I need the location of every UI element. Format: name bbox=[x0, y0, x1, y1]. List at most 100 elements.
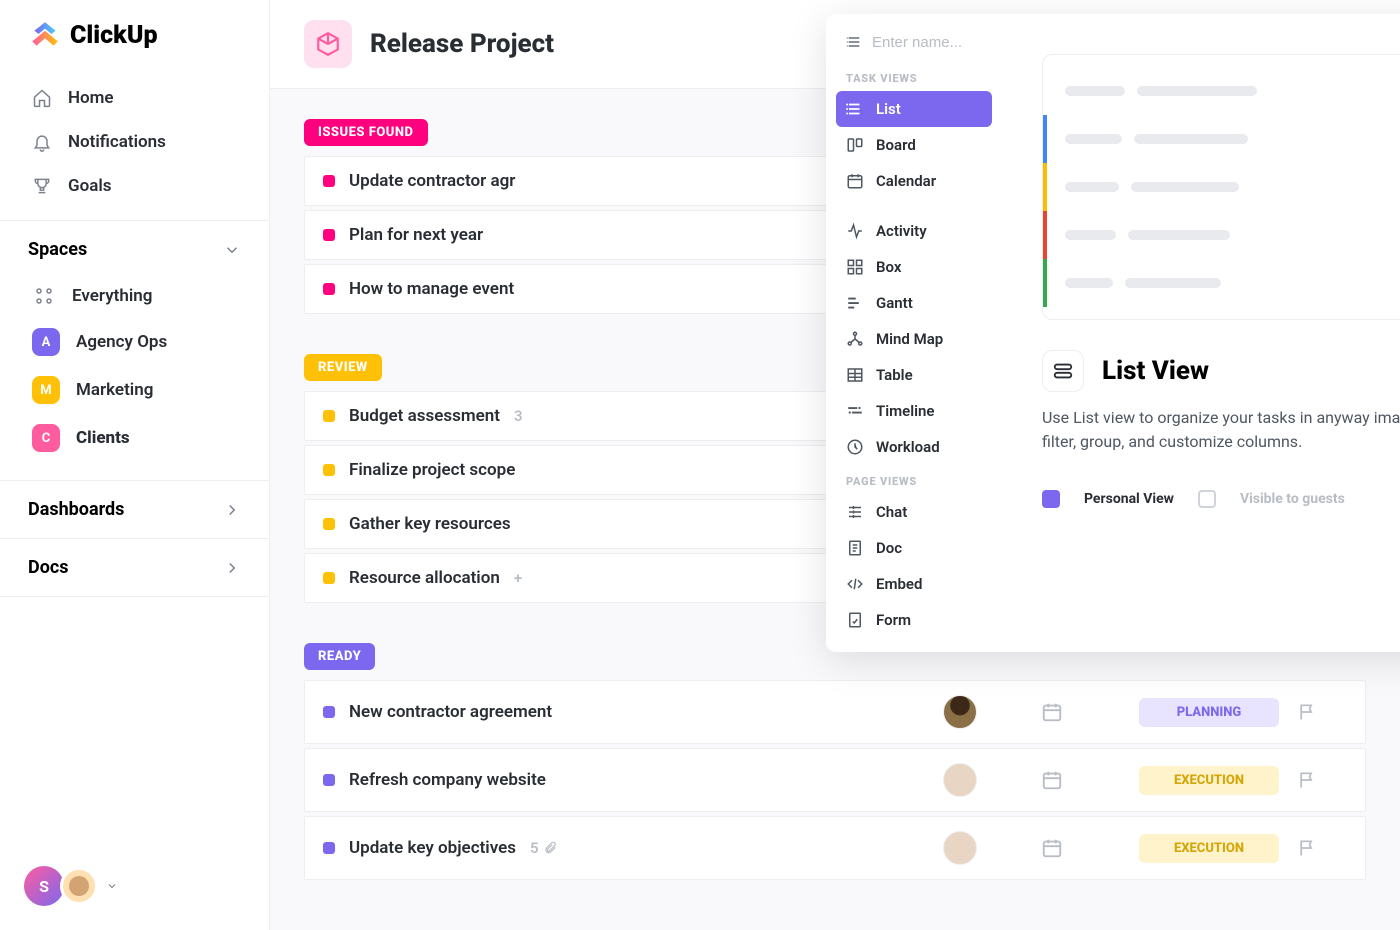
spaces-header[interactable]: Spaces bbox=[0, 220, 269, 274]
preview-illustration bbox=[1042, 54, 1400, 320]
task-extra: 5 bbox=[530, 839, 557, 857]
page-title: Release Project bbox=[370, 29, 554, 59]
flag-icon[interactable] bbox=[1297, 702, 1317, 722]
view-label: Gantt bbox=[876, 294, 913, 312]
nav-label: Goals bbox=[68, 176, 112, 196]
everything-icon bbox=[32, 284, 56, 308]
chat-icon bbox=[846, 503, 864, 521]
view-option-mind map[interactable]: Mind Map bbox=[836, 321, 992, 357]
task-title: Plan for next year bbox=[349, 225, 483, 245]
sidebar-item-docs[interactable]: Docs bbox=[0, 539, 269, 597]
view-option-workload[interactable]: Workload bbox=[836, 429, 992, 465]
task-title: Finalize project scope bbox=[349, 460, 515, 480]
calendar-icon[interactable] bbox=[1041, 837, 1063, 859]
view-option-activity[interactable]: Activity bbox=[836, 213, 992, 249]
view-option-chat[interactable]: Chat bbox=[836, 494, 992, 530]
sidebar-item-notifications[interactable]: Notifications bbox=[20, 120, 249, 164]
task-row[interactable]: Refresh company website EXECUTION bbox=[304, 748, 1366, 812]
view-option-timeline[interactable]: Timeline bbox=[836, 393, 992, 429]
flag-icon[interactable] bbox=[1297, 838, 1317, 858]
view-picker-popover: TASK VIEWS List Board Calendar Activity … bbox=[826, 14, 1400, 652]
group-label: READY bbox=[304, 643, 375, 670]
status-square-icon bbox=[323, 464, 335, 476]
visible-guests-label: Visible to guests bbox=[1240, 491, 1345, 507]
view-option-list[interactable]: List bbox=[836, 91, 992, 127]
view-label: List bbox=[876, 100, 901, 118]
nav-label: Home bbox=[68, 88, 114, 108]
calendar-icon[interactable] bbox=[1041, 769, 1063, 791]
status-square-icon bbox=[323, 410, 335, 422]
assignee-avatar[interactable] bbox=[943, 831, 977, 865]
preview-row bbox=[1043, 163, 1400, 211]
view-option-form[interactable]: Form bbox=[836, 602, 992, 638]
task-title: Refresh company website bbox=[349, 770, 546, 790]
doc-icon bbox=[846, 539, 864, 557]
status-square-icon bbox=[323, 283, 335, 295]
assignee-avatar[interactable] bbox=[943, 763, 977, 797]
list-icon bbox=[846, 32, 862, 52]
view-option-doc[interactable]: Doc bbox=[836, 530, 992, 566]
list-view-icon bbox=[1042, 350, 1084, 392]
task-row[interactable]: New contractor agreement PLANNING bbox=[304, 680, 1366, 744]
flag-icon[interactable] bbox=[1297, 770, 1317, 790]
status-badge[interactable]: PLANNING bbox=[1139, 698, 1279, 727]
status-badge[interactable]: EXECUTION bbox=[1139, 766, 1279, 795]
group-label: REVIEW bbox=[304, 354, 382, 381]
activity-icon bbox=[846, 222, 864, 240]
visible-guests-checkbox[interactable] bbox=[1198, 490, 1216, 508]
status-square-icon bbox=[323, 518, 335, 530]
view-label: Doc bbox=[876, 539, 902, 557]
status-badge[interactable]: EXECUTION bbox=[1139, 834, 1279, 863]
view-option-calendar[interactable]: Calendar bbox=[836, 163, 992, 199]
preview-title: List View bbox=[1102, 356, 1209, 386]
personal-view-checkbox[interactable] bbox=[1042, 490, 1060, 508]
avatar: S bbox=[24, 866, 64, 906]
personal-view-label: Personal View bbox=[1084, 491, 1174, 507]
preview-row bbox=[1043, 115, 1400, 163]
main-content: Release Project ISSUES FOUND Update cont… bbox=[270, 0, 1400, 930]
calendar-icon[interactable] bbox=[1041, 701, 1063, 723]
view-option-table[interactable]: Table bbox=[836, 357, 992, 393]
task-row[interactable]: Update key objectives 5 EXECUTION bbox=[304, 816, 1366, 880]
brand-name: ClickUp bbox=[70, 21, 158, 50]
cube-icon bbox=[315, 31, 341, 57]
group-label: ISSUES FOUND bbox=[304, 119, 428, 146]
view-name-input[interactable] bbox=[872, 34, 982, 51]
sidebar-space-agency ops[interactable]: A Agency Ops bbox=[20, 318, 249, 366]
sidebar-space-clients[interactable]: C Clients bbox=[20, 414, 249, 462]
brand-logo[interactable]: ClickUp bbox=[0, 0, 269, 76]
view-option-box[interactable]: Box bbox=[836, 249, 992, 285]
timeline-icon bbox=[846, 402, 864, 420]
spaces-label: Spaces bbox=[28, 239, 87, 260]
sidebar-item-everything[interactable]: Everything bbox=[20, 274, 249, 318]
sidebar-item-goals[interactable]: Goals bbox=[20, 164, 249, 208]
user-menu[interactable]: S bbox=[0, 842, 269, 930]
gantt-icon bbox=[846, 294, 864, 312]
clickup-logo-icon bbox=[28, 18, 62, 52]
view-option-gantt[interactable]: Gantt bbox=[836, 285, 992, 321]
workload-icon bbox=[846, 438, 864, 456]
view-label: Box bbox=[876, 258, 901, 276]
board-icon bbox=[846, 136, 864, 154]
view-label: Activity bbox=[876, 222, 927, 240]
view-option-board[interactable]: Board bbox=[836, 127, 992, 163]
everything-label: Everything bbox=[72, 286, 152, 306]
docs-label: Docs bbox=[28, 557, 68, 578]
category-label: TASK VIEWS bbox=[836, 62, 992, 91]
space-label: Clients bbox=[76, 428, 130, 448]
task-title: Gather key resources bbox=[349, 514, 511, 534]
status-square-icon bbox=[323, 842, 335, 854]
sidebar-item-home[interactable]: Home bbox=[20, 76, 249, 120]
task-title: Update key objectives bbox=[349, 838, 516, 858]
assignee-avatar[interactable] bbox=[943, 695, 977, 729]
status-square-icon bbox=[323, 175, 335, 187]
bell-icon bbox=[32, 132, 52, 152]
sidebar-item-dashboards[interactable]: Dashboards bbox=[0, 481, 269, 539]
preview-row bbox=[1043, 211, 1400, 259]
list-icon bbox=[846, 100, 864, 118]
status-square-icon bbox=[323, 706, 335, 718]
chevron-right-icon bbox=[223, 501, 241, 519]
view-option-embed[interactable]: Embed bbox=[836, 566, 992, 602]
trophy-icon bbox=[32, 176, 52, 196]
sidebar-space-marketing[interactable]: M Marketing bbox=[20, 366, 249, 414]
